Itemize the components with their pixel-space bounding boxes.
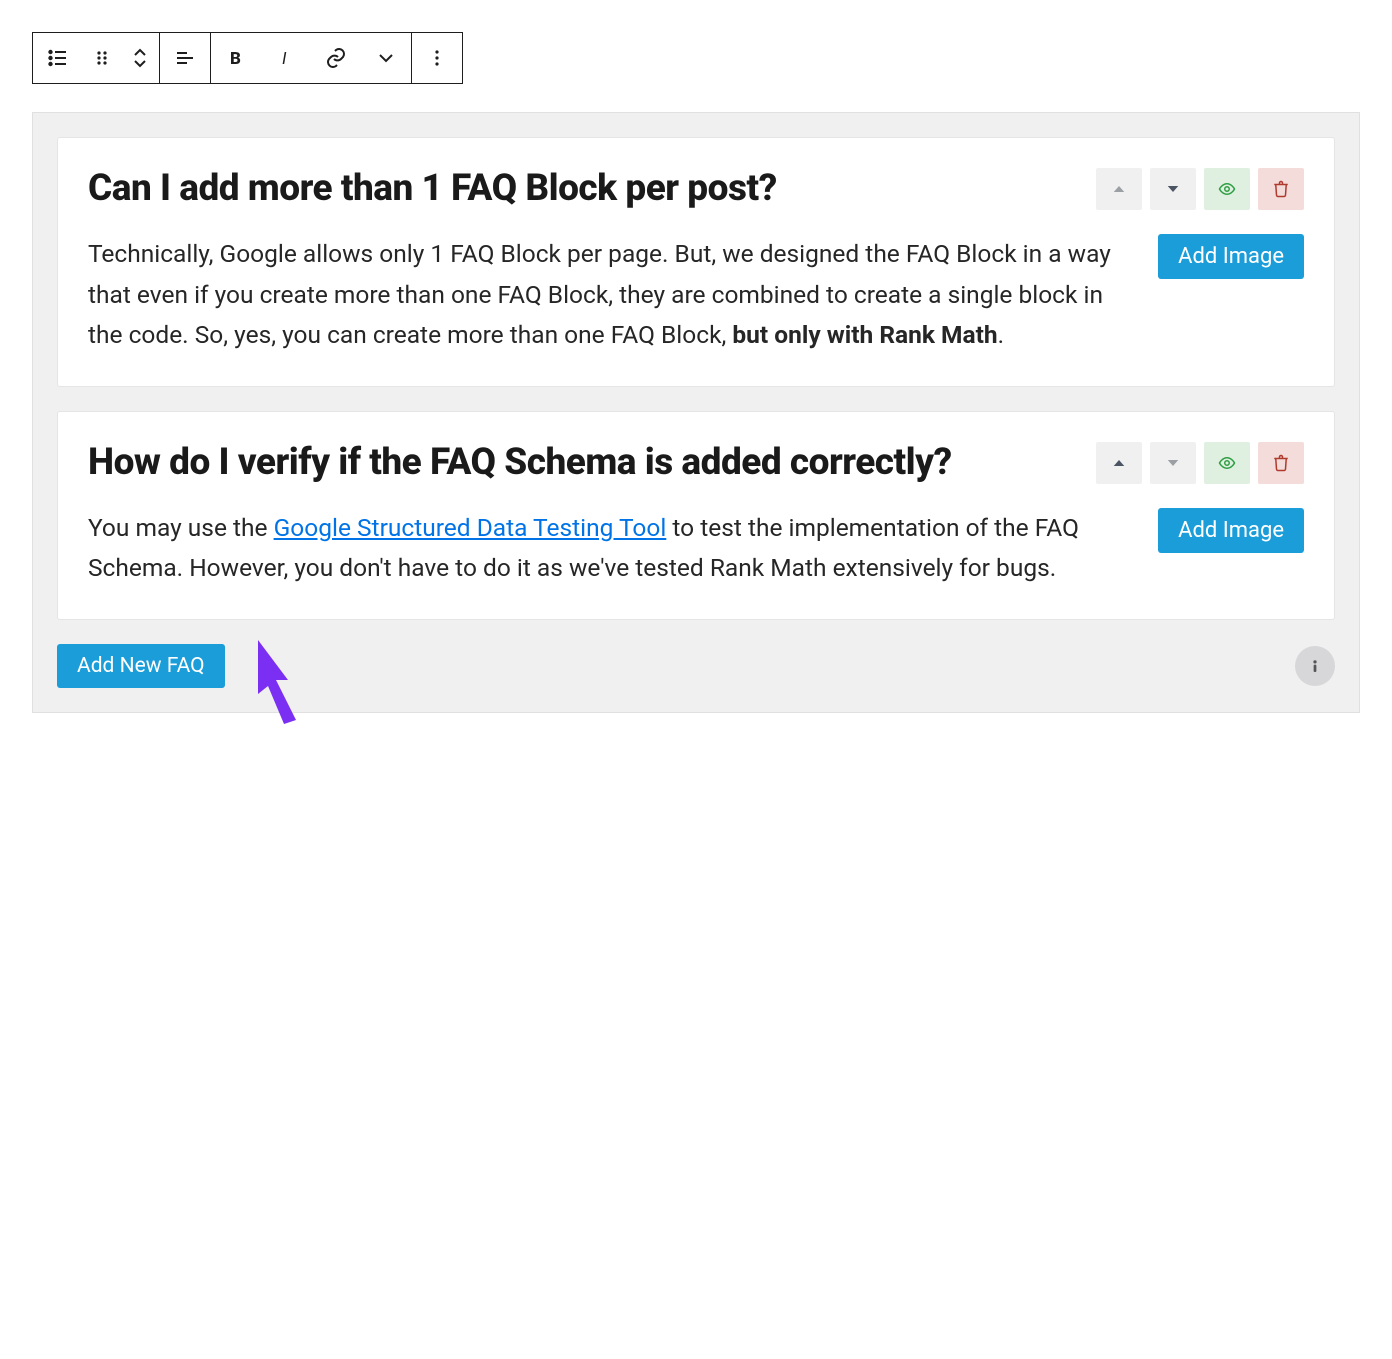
delete-button[interactable] [1258, 442, 1304, 484]
visibility-button[interactable] [1204, 168, 1250, 210]
faq-question[interactable]: Can I add more than 1 FAQ Block per post… [88, 164, 1076, 214]
add-image-button[interactable]: Add Image [1158, 508, 1304, 553]
link-icon[interactable] [311, 33, 361, 83]
more-icon[interactable] [412, 33, 462, 83]
chevron-down-icon[interactable] [361, 33, 411, 83]
visibility-button[interactable] [1204, 442, 1250, 484]
sort-icon[interactable] [121, 33, 159, 83]
faq-answer[interactable]: Technically, Google allows only 1 FAQ Bl… [88, 234, 1134, 355]
faq-item: Can I add more than 1 FAQ Block per post… [57, 137, 1335, 387]
add-new-faq-button[interactable]: Add New FAQ [57, 644, 225, 688]
align-left-icon[interactable] [160, 33, 210, 83]
structured-data-tool-link[interactable]: Google Structured Data Testing Tool [274, 513, 667, 542]
italic-icon[interactable]: I [261, 33, 311, 83]
move-up-button[interactable] [1096, 168, 1142, 210]
ordered-list-icon[interactable] [33, 33, 83, 83]
svg-text:I: I [282, 49, 287, 69]
svg-text:B: B [230, 49, 241, 69]
faq-block: Can I add more than 1 FAQ Block per post… [32, 112, 1360, 713]
faq-item-actions [1096, 442, 1304, 484]
faq-item: How do I verify if the FAQ Schema is add… [57, 411, 1335, 620]
add-image-button[interactable]: Add Image [1158, 234, 1304, 279]
delete-button[interactable] [1258, 168, 1304, 210]
info-button[interactable] [1295, 646, 1335, 686]
move-up-button[interactable] [1096, 442, 1142, 484]
block-toolbar: B I [32, 32, 463, 84]
drag-handle-icon[interactable] [83, 33, 121, 83]
bold-icon[interactable]: B [211, 33, 261, 83]
faq-item-actions [1096, 168, 1304, 210]
faq-answer[interactable]: You may use the Google Structured Data T… [88, 508, 1134, 589]
move-down-button[interactable] [1150, 442, 1196, 484]
move-down-button[interactable] [1150, 168, 1196, 210]
faq-question[interactable]: How do I verify if the FAQ Schema is add… [88, 438, 1076, 488]
